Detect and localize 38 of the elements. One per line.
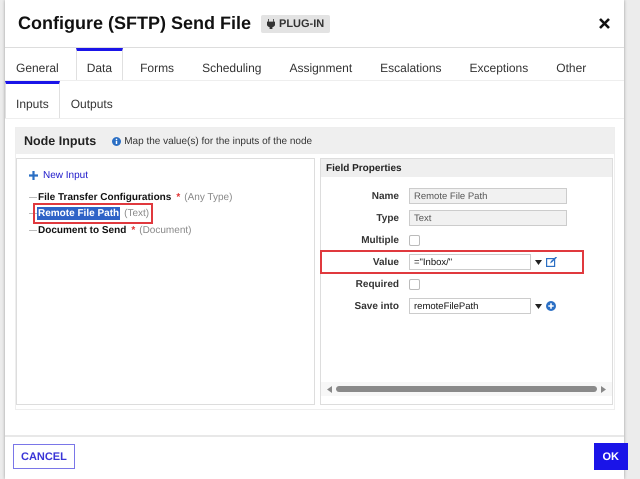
scroll-left-icon[interactable]: [327, 386, 332, 392]
type-label: (Document): [139, 224, 192, 236]
hint-text: Map the value(s) for the inputs of the node: [124, 136, 312, 146]
scrollbar[interactable]: [321, 382, 612, 396]
info-icon: [112, 136, 122, 146]
add-icon[interactable]: [546, 301, 556, 311]
scroll-right-icon[interactable]: [601, 386, 606, 392]
type-label: (Text): [124, 208, 150, 220]
required-mark: *: [176, 192, 180, 203]
dialog-title: Configure (SFTP) Send File: [18, 13, 251, 34]
checkbox[interactable]: [409, 278, 420, 290]
cancel-button[interactable]: CANCEL: [13, 444, 75, 469]
field-label: Required: [354, 278, 399, 290]
checkbox[interactable]: [409, 234, 420, 246]
tree-item[interactable]: Remote File Path: [37, 207, 120, 220]
field-label: Value: [372, 256, 399, 268]
badge-label: PLUG-IN: [279, 18, 324, 30]
field-label: Save into: [354, 300, 399, 312]
ok-button[interactable]: OK: [594, 443, 628, 470]
field-label: Multiple: [360, 234, 399, 246]
tree-item[interactable]: Document to Send: [37, 224, 128, 237]
type-label: (Any Type): [184, 192, 232, 203]
tab[interactable]: Data: [76, 48, 124, 80]
plus-icon: [29, 171, 38, 180]
value-field[interactable]: ="Inbox/": [409, 254, 531, 270]
section-title: Node Inputs: [24, 134, 96, 148]
caret-icon[interactable]: [535, 304, 542, 308]
field-label: Type: [375, 212, 399, 224]
caret-icon[interactable]: [535, 260, 542, 264]
field-label: Name: [370, 190, 399, 202]
edit-icon[interactable]: [546, 257, 557, 267]
panel-title: Field Properties: [326, 162, 402, 174]
value-field[interactable]: remoteFilePath: [409, 298, 531, 314]
tab[interactable]: Inputs: [5, 81, 60, 118]
plug-icon: [267, 18, 275, 28]
required-mark: *: [131, 224, 136, 236]
tree-item[interactable]: File Transfer Configurations: [37, 190, 172, 204]
new-input-link[interactable]: New Input: [29, 170, 88, 181]
